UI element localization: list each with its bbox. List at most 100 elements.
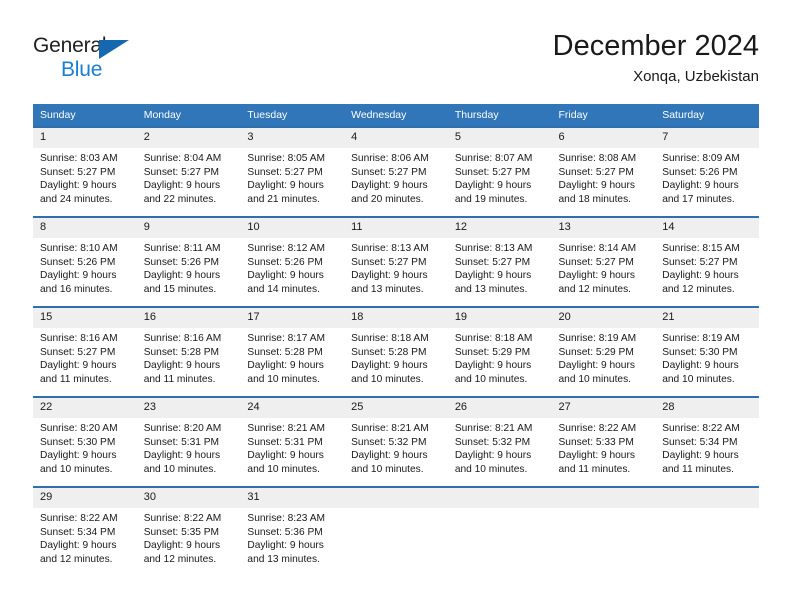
sunset-text: Sunset: 5:27 PM	[247, 166, 323, 178]
day-details: Sunrise: 8:04 AM Sunset: 5:27 PM Daylight:…	[137, 148, 241, 206]
daylight-text-line2: and 10 minutes.	[662, 373, 735, 385]
day-cell[interactable]: 14 Sunrise: 8:15 AM Sunset: 5:27 PM Dayligh…	[655, 216, 759, 305]
day-cell[interactable]: 15 Sunrise: 8:16 AM Sunset: 5:27 PM Dayligh…	[33, 306, 137, 395]
day-number: 24	[240, 398, 345, 418]
day-cell[interactable]: 17 Sunrise: 8:17 AM Sunset: 5:28 PM Dayligh…	[240, 306, 345, 395]
general-blue-logo[interactable]: General Blue	[33, 34, 153, 90]
day-number: 16	[136, 308, 241, 328]
sunset-text: Sunset: 5:29 PM	[454, 346, 531, 358]
daylight-text-line1: Daylight: 9 hours	[40, 270, 117, 282]
page-header: General Blue December 2024 Xonqa, Uzbeki…	[33, 28, 759, 98]
day-cell[interactable]: 7 Sunrise: 8:09 AM Sunset: 5:26 PM Daylight…	[655, 126, 759, 215]
day-cell[interactable]: 2 Sunrise: 8:04 AM Sunset: 5:27 PM Daylight…	[136, 126, 241, 215]
sunrise-text: Sunrise: 8:21 AM	[247, 423, 325, 434]
day-details: Sunrise: 8:16 AM Sunset: 5:27 PM Daylight:…	[33, 328, 137, 386]
daylight-text-line2: and 18 minutes.	[558, 193, 632, 205]
day-cell[interactable]: 20 Sunrise: 8:19 AM Sunset: 5:29 PM Dayligh…	[551, 306, 656, 395]
sunset-text: Sunset: 5:28 PM	[247, 346, 323, 358]
daylight-text-line2: and 10 minutes.	[454, 373, 528, 385]
day-cell[interactable]: 10 Sunrise: 8:12 AM Sunset: 5:26 PM Dayligh…	[240, 216, 345, 305]
day-number: 30	[136, 488, 241, 508]
sunset-text: Sunset: 5:36 PM	[247, 526, 323, 538]
day-cell[interactable]: 1 Sunrise: 8:03 AM Sunset: 5:27 PM Daylight…	[33, 126, 137, 215]
day-cell[interactable]: 30 Sunrise: 8:22 AM Sunset: 5:35 PM Dayligh…	[136, 486, 241, 575]
daylight-text-line1: Daylight: 9 hours	[662, 450, 739, 462]
day-cell[interactable]: 3 Sunrise: 8:05 AM Sunset: 5:27 PM Daylight…	[240, 126, 345, 215]
day-cell[interactable]: 9 Sunrise: 8:11 AM Sunset: 5:26 PM Daylight…	[136, 216, 241, 305]
day-details: Sunrise: 8:22 AM Sunset: 5:33 PM Daylight:…	[552, 418, 656, 476]
day-number: 2	[136, 128, 241, 148]
sunset-text: Sunset: 5:27 PM	[558, 256, 634, 268]
daylight-text-line1: Daylight: 9 hours	[558, 450, 635, 462]
daylight-text-line1: Daylight: 9 hours	[143, 360, 221, 372]
day-cell[interactable]: 11 Sunrise: 8:13 AM Sunset: 5:27 PM Dayligh…	[344, 216, 448, 305]
day-details: Sunrise: 8:08 AM Sunset: 5:27 PM Daylight:…	[552, 148, 656, 206]
sunrise-text: Sunrise: 8:22 AM	[558, 423, 637, 434]
day-details: Sunrise: 8:20 AM Sunset: 5:31 PM Daylight:…	[137, 418, 241, 476]
day-cell[interactable]: 29 Sunrise: 8:22 AM Sunset: 5:34 PM Dayligh…	[33, 486, 137, 575]
sunset-text: Sunset: 5:35 PM	[143, 526, 220, 538]
calendar-week-row: 15 Sunrise: 8:16 AM Sunset: 5:27 PM Dayligh…	[33, 306, 759, 395]
day-cell[interactable]: 25 Sunrise: 8:21 AM Sunset: 5:32 PM Dayligh…	[344, 396, 448, 485]
day-details: Sunrise: 8:06 AM Sunset: 5:27 PM Daylight:…	[344, 148, 448, 206]
day-number: 21	[655, 308, 759, 328]
sunrise-text: Sunrise: 8:07 AM	[454, 153, 533, 164]
weekday-header-saturday: Saturday	[655, 104, 759, 126]
sunset-text: Sunset: 5:29 PM	[558, 346, 634, 358]
daylight-text-line1: Daylight: 9 hours	[351, 360, 428, 372]
sunrise-text: Sunrise: 8:20 AM	[40, 423, 118, 434]
day-cell-empty	[344, 486, 448, 575]
day-cell[interactable]: 13 Sunrise: 8:14 AM Sunset: 5:27 PM Dayligh…	[551, 216, 656, 305]
logo-triangle-icon	[99, 40, 129, 59]
sunrise-text: Sunrise: 8:14 AM	[558, 243, 637, 254]
day-cell[interactable]: 8 Sunrise: 8:10 AM Sunset: 5:26 PM Daylight…	[33, 216, 137, 305]
day-cell[interactable]: 23 Sunrise: 8:20 AM Sunset: 5:31 PM Dayligh…	[136, 396, 241, 485]
sunset-text: Sunset: 5:31 PM	[247, 436, 323, 448]
sunrise-text: Sunrise: 8:04 AM	[143, 153, 222, 164]
day-details: Sunrise: 8:20 AM Sunset: 5:30 PM Daylight:…	[33, 418, 137, 476]
weekday-header-tuesday: Tuesday	[240, 104, 345, 126]
sunrise-text: Sunrise: 8:11 AM	[143, 243, 221, 254]
day-cell[interactable]: 22 Sunrise: 8:20 AM Sunset: 5:30 PM Dayligh…	[33, 396, 137, 485]
sunset-text: Sunset: 5:28 PM	[143, 346, 220, 358]
sunrise-text: Sunrise: 8:23 AM	[247, 513, 325, 524]
day-cell[interactable]: 4 Sunrise: 8:06 AM Sunset: 5:27 PM Daylight…	[344, 126, 448, 215]
day-cell[interactable]: 12 Sunrise: 8:13 AM Sunset: 5:27 PM Dayligh…	[447, 216, 552, 305]
day-number: 28	[655, 398, 759, 418]
day-cell[interactable]: 27 Sunrise: 8:22 AM Sunset: 5:33 PM Dayligh…	[551, 396, 656, 485]
sunrise-text: Sunrise: 8:10 AM	[40, 243, 118, 254]
sunset-text: Sunset: 5:26 PM	[143, 256, 220, 268]
day-cell[interactable]: 6 Sunrise: 8:08 AM Sunset: 5:27 PM Daylight…	[551, 126, 656, 215]
sunset-text: Sunset: 5:28 PM	[351, 346, 427, 358]
daylight-text-line2: and 11 minutes.	[143, 373, 216, 385]
day-number: 22	[33, 398, 137, 418]
day-cell[interactable]: 5 Sunrise: 8:07 AM Sunset: 5:27 PM Daylight…	[447, 126, 552, 215]
day-cell[interactable]: 24 Sunrise: 8:21 AM Sunset: 5:31 PM Dayligh…	[240, 396, 345, 485]
day-cell[interactable]: 31 Sunrise: 8:23 AM Sunset: 5:36 PM Dayligh…	[240, 486, 345, 575]
daylight-text-line1: Daylight: 9 hours	[40, 450, 117, 462]
daylight-text-line1: Daylight: 9 hours	[351, 180, 428, 192]
sunset-text: Sunset: 5:26 PM	[662, 166, 738, 178]
day-details: Sunrise: 8:21 AM Sunset: 5:32 PM Daylight:…	[344, 418, 448, 476]
day-cell[interactable]: 21 Sunrise: 8:19 AM Sunset: 5:30 PM Dayligh…	[655, 306, 759, 395]
sunset-text: Sunset: 5:32 PM	[351, 436, 427, 448]
day-cell[interactable]: 28 Sunrise: 8:22 AM Sunset: 5:34 PM Dayligh…	[655, 396, 759, 485]
day-number: 19	[447, 308, 552, 328]
day-cell[interactable]: 18 Sunrise: 8:18 AM Sunset: 5:28 PM Dayligh…	[344, 306, 448, 395]
sunrise-text: Sunrise: 8:17 AM	[247, 333, 325, 344]
logo-text-blue: Blue	[61, 58, 103, 81]
sunrise-text: Sunrise: 8:19 AM	[558, 333, 637, 344]
sunset-text: Sunset: 5:34 PM	[40, 526, 116, 538]
daylight-text-line2: and 11 minutes.	[558, 463, 631, 475]
day-details: Sunrise: 8:13 AM Sunset: 5:27 PM Daylight:…	[448, 238, 552, 296]
calendar-header-row: Sunday Monday Tuesday Wednesday Thursday…	[33, 104, 759, 126]
sunrise-text: Sunrise: 8:09 AM	[662, 153, 740, 164]
day-cell[interactable]: 16 Sunrise: 8:16 AM Sunset: 5:28 PM Dayligh…	[136, 306, 241, 395]
day-details: Sunrise: 8:21 AM Sunset: 5:32 PM Daylight:…	[448, 418, 552, 476]
day-cell[interactable]: 19 Sunrise: 8:18 AM Sunset: 5:29 PM Dayligh…	[447, 306, 552, 395]
day-details: Sunrise: 8:22 AM Sunset: 5:35 PM Daylight:…	[137, 508, 241, 566]
sunset-text: Sunset: 5:27 PM	[40, 166, 116, 178]
day-number: 3	[240, 128, 345, 148]
sunrise-text: Sunrise: 8:16 AM	[40, 333, 118, 344]
day-cell[interactable]: 26 Sunrise: 8:21 AM Sunset: 5:32 PM Dayligh…	[447, 396, 552, 485]
